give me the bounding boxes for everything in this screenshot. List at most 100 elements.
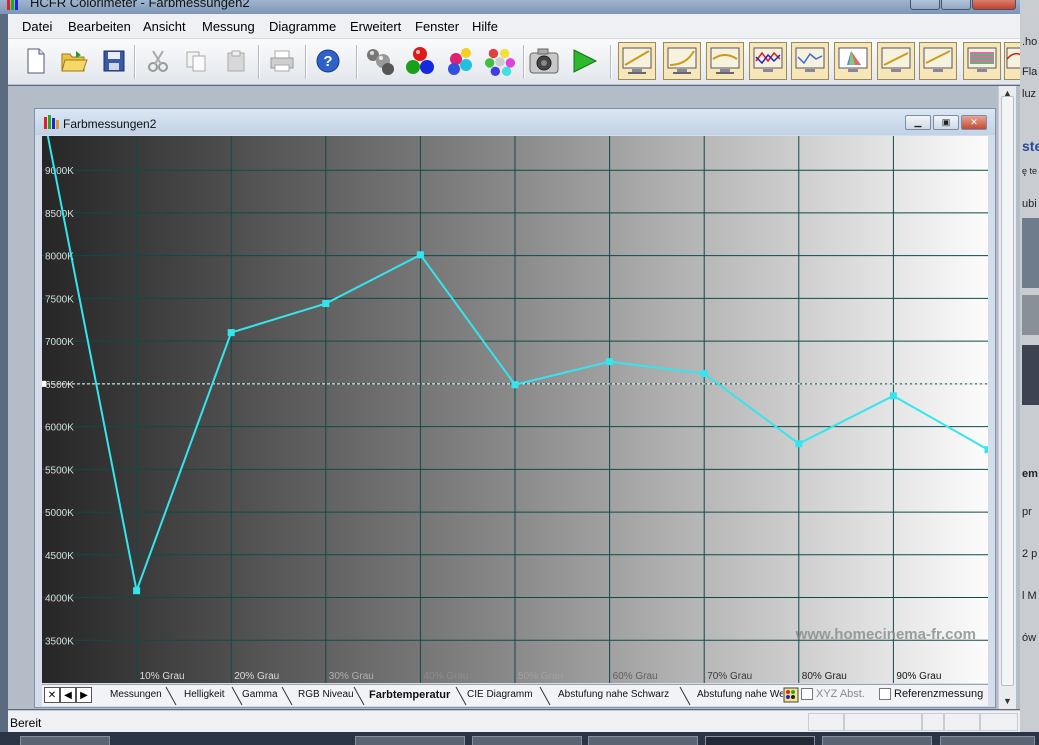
background-text: luz	[1022, 88, 1037, 100]
new-document-icon[interactable]	[20, 45, 52, 77]
paste-icon[interactable]	[220, 45, 252, 77]
chart-window-titlebar[interactable]: Farbmessungen2 ▁ ▣ ✕	[35, 109, 995, 135]
graph-near-black-icon[interactable]	[877, 42, 915, 80]
tab-abstufung-nahe-schwarz[interactable]: Abstufung nahe Schwarz	[558, 687, 669, 705]
graph-rgb-icon[interactable]	[706, 42, 744, 80]
menu-ansicht[interactable]: Ansicht	[143, 19, 186, 34]
sensor-icon[interactable]	[364, 45, 396, 77]
app-titlebar: HCFR Colorimeter - Farbmessungen2	[0, 0, 1020, 14]
play-icon[interactable]	[568, 45, 600, 77]
tab-gamma[interactable]: Gamma	[242, 687, 278, 705]
open-folder-icon[interactable]	[58, 45, 90, 77]
xyz-abst-label: XYZ Abst.	[816, 688, 865, 700]
x-tick-label: 40% Grau	[423, 671, 468, 682]
data-point	[984, 446, 988, 454]
x-tick-label: 10% Grau	[140, 671, 185, 682]
status-pane	[808, 713, 844, 731]
menu-datei[interactable]: Datei	[22, 19, 52, 34]
graph-colortemp-icon[interactable]	[791, 42, 829, 80]
y-tick-label: 8500K	[45, 209, 74, 220]
svg-text:?: ?	[323, 53, 332, 70]
x-tick-label: 70% Grau	[707, 671, 752, 682]
x-tick-label: 80% Grau	[802, 671, 847, 682]
taskbar-button[interactable]	[940, 736, 1035, 745]
background-image	[1022, 345, 1039, 405]
multi-color-icon[interactable]	[484, 45, 516, 77]
y-tick-label: 6500K	[45, 380, 74, 391]
taskbar-button[interactable]	[822, 736, 932, 745]
background-text: pr	[1022, 506, 1032, 518]
taskbar-button[interactable]	[588, 736, 698, 745]
vertical-scrollbar[interactable]: ▲ ▼	[998, 86, 1016, 709]
graph-levels-icon[interactable]	[749, 42, 787, 80]
data-point	[322, 300, 330, 308]
menu-messung[interactable]: Messung	[202, 19, 255, 34]
background-text: ste	[1022, 138, 1039, 154]
taskbar	[0, 732, 1039, 745]
child-minimize-button[interactable]: ▁	[905, 115, 931, 130]
color-balls-icon[interactable]	[444, 45, 476, 77]
scroll-down-icon[interactable]: ▼	[1003, 696, 1012, 706]
child-close-button[interactable]: ✕	[961, 115, 987, 130]
referenzmessung-checkbox[interactable]	[879, 688, 891, 700]
copy-icon[interactable]	[180, 45, 212, 77]
tab-farbtemperatur[interactable]: Farbtemperatur	[369, 687, 450, 705]
maximize-button[interactable]	[941, 0, 971, 10]
xyz-abst-checkbox[interactable]	[801, 688, 813, 700]
tab-abstufung-nahe-weiss[interactable]: Abstufung nahe Weiß	[697, 687, 783, 705]
background-text: 2 p	[1022, 548, 1038, 560]
toolbar: ?	[8, 39, 1022, 85]
chart-tab-strip: ✕ ◀ ▶ Messungen Helligkeit Gamma RGB Niv…	[42, 684, 988, 706]
y-tick-label: 5000K	[45, 508, 74, 519]
camera-icon[interactable]	[528, 45, 560, 77]
menu-bearbeiten[interactable]: Bearbeiten	[68, 19, 131, 34]
menu-diagramme[interactable]: Diagramme	[269, 19, 336, 34]
graph-luminance-icon[interactable]	[618, 42, 656, 80]
background-text: ubi	[1022, 198, 1037, 210]
tab-cie-diagramm[interactable]: CIE Diagramm	[467, 687, 533, 705]
taskbar-button[interactable]	[705, 736, 815, 745]
cut-icon[interactable]	[142, 45, 174, 77]
y-tick-label: 4000K	[45, 594, 74, 605]
x-tick-label: 50% Grau	[518, 671, 563, 682]
background-image	[1022, 295, 1039, 335]
status-pane	[944, 713, 980, 731]
menu-hilfe[interactable]: Hilfe	[472, 19, 498, 34]
background-text: ów	[1022, 632, 1037, 644]
minimize-button[interactable]	[910, 0, 940, 10]
chart-window-title: Farbmessungen2	[63, 117, 157, 131]
y-tick-label: 7500K	[45, 294, 74, 305]
child-restore-button[interactable]: ▣	[933, 115, 959, 130]
tab-messungen[interactable]: Messungen	[110, 687, 162, 705]
graph-saturation-icon[interactable]	[963, 42, 1001, 80]
background-text: em	[1022, 468, 1038, 480]
rgb-balls-icon[interactable]	[404, 45, 436, 77]
data-point	[416, 251, 424, 259]
status-bar: Bereit	[8, 710, 1020, 732]
close-button[interactable]	[972, 0, 1016, 10]
palette-icon[interactable]	[783, 687, 799, 703]
scroll-thumb[interactable]	[1001, 96, 1014, 686]
data-point	[889, 392, 897, 400]
app-title: HCFR Colorimeter - Farbmessungen2	[30, 0, 250, 10]
save-disk-icon[interactable]	[98, 45, 130, 77]
taskbar-button[interactable]	[472, 736, 582, 745]
menu-fenster[interactable]: Fenster	[415, 19, 459, 34]
tab-helligkeit[interactable]: Helligkeit	[184, 687, 225, 705]
cie-icon[interactable]	[834, 42, 872, 80]
print-icon[interactable]	[266, 45, 298, 77]
background-text: Fla	[1022, 66, 1038, 78]
taskbar-button[interactable]	[355, 736, 465, 745]
chart-window-icon	[44, 115, 59, 129]
status-pane	[844, 713, 922, 731]
graph-near-white-icon[interactable]	[919, 42, 957, 80]
color-temperature-chart: 9000K8500K8000K7500K7000K6500K6000K5500K…	[42, 136, 988, 683]
status-text: Bereit	[10, 716, 42, 730]
y-tick-label: 6000K	[45, 423, 74, 434]
taskbar-button[interactable]	[20, 736, 110, 745]
graph-gamma-icon[interactable]	[663, 42, 701, 80]
menu-bar: Datei Bearbeiten Ansicht Messung Diagram…	[8, 14, 1020, 39]
tab-rgb-niveau[interactable]: RGB Niveau	[298, 687, 354, 705]
help-icon[interactable]: ?	[312, 45, 344, 77]
menu-erweitert[interactable]: Erweitert	[350, 19, 401, 34]
